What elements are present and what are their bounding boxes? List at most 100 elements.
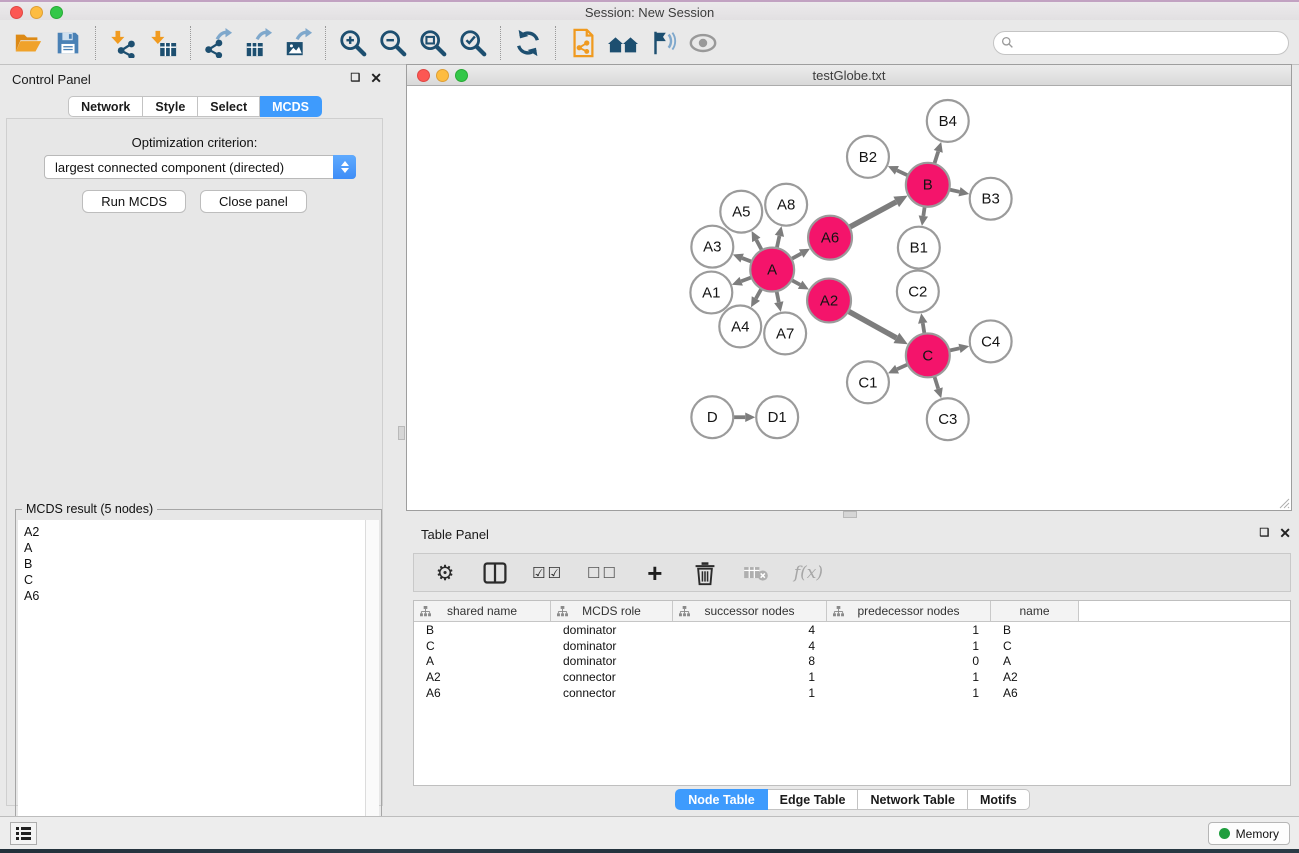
graph-arrowhead xyxy=(918,313,927,324)
column-header-MCDS-role[interactable]: MCDS role xyxy=(551,601,673,621)
toolbar-divider xyxy=(555,26,556,60)
table-row[interactable]: Adominator80A xyxy=(414,654,1290,670)
graph-node-label: A1 xyxy=(702,285,720,302)
function-builder-icon[interactable]: f(x) xyxy=(794,558,823,588)
export-image-icon[interactable] xyxy=(278,25,318,61)
cell-predecessor-nodes[interactable]: 1 xyxy=(827,623,991,637)
cell-MCDS-role[interactable]: dominator xyxy=(551,654,673,668)
column-header-successor-nodes[interactable]: successor nodes xyxy=(673,601,827,621)
split-columns-icon[interactable] xyxy=(482,558,508,588)
select-all-checks-icon[interactable]: ☑☑ xyxy=(532,558,563,588)
delete-entry-icon[interactable] xyxy=(692,558,718,588)
graph-edge-A6-B[interactable] xyxy=(848,202,897,228)
open-file-icon[interactable] xyxy=(8,25,48,61)
float-panel-icon[interactable]: ❑ xyxy=(350,70,360,86)
cell-successor-nodes[interactable]: 1 xyxy=(673,686,827,700)
mcds-result-list[interactable]: A2ABCA6 xyxy=(18,520,365,851)
cell-predecessor-nodes[interactable]: 0 xyxy=(827,654,991,668)
tab-mcds[interactable]: MCDS xyxy=(260,96,322,117)
graph-arrowhead xyxy=(775,226,784,237)
search-input[interactable] xyxy=(993,31,1289,55)
zoom-selected-icon[interactable] xyxy=(453,25,493,61)
home-icon[interactable] xyxy=(603,25,643,61)
import-table-icon[interactable] xyxy=(143,25,183,61)
main-toolbar xyxy=(0,22,1299,65)
table-row[interactable]: A2connector11A2 xyxy=(414,669,1290,685)
cell-MCDS-role[interactable]: connector xyxy=(551,670,673,684)
cell-successor-nodes[interactable]: 4 xyxy=(673,639,827,653)
cell-predecessor-nodes[interactable]: 1 xyxy=(827,686,991,700)
cell-name[interactable]: A xyxy=(991,654,1079,668)
refresh-icon[interactable] xyxy=(508,25,548,61)
task-history-button[interactable] xyxy=(10,822,37,845)
close-panel-icon[interactable]: ✕ xyxy=(370,70,382,86)
resize-grip-icon[interactable] xyxy=(1277,496,1290,509)
dropdown-stepper-icon xyxy=(333,155,356,179)
cell-MCDS-role[interactable]: dominator xyxy=(551,639,673,653)
result-item[interactable]: C xyxy=(24,572,359,588)
tab-node-table[interactable]: Node Table xyxy=(675,789,767,810)
result-scrollbar[interactable] xyxy=(365,520,379,851)
vertical-splitter-grip[interactable] xyxy=(398,426,405,440)
graph-edge-A2-C[interactable] xyxy=(846,310,896,338)
cell-MCDS-role[interactable]: dominator xyxy=(551,623,673,637)
result-item[interactable]: A2 xyxy=(24,524,359,540)
result-item[interactable]: A6 xyxy=(24,588,359,604)
export-network-icon[interactable] xyxy=(198,25,238,61)
cell-predecessor-nodes[interactable]: 1 xyxy=(827,670,991,684)
tab-select[interactable]: Select xyxy=(198,96,260,117)
column-header-name[interactable]: name xyxy=(991,601,1079,621)
network-graph[interactable]: B4B2BB3A5A8A6A3B1AC2A1A2A4A7C4CC1C3DD1 xyxy=(407,87,1291,510)
network-file-icon[interactable] xyxy=(563,25,603,61)
tab-network[interactable]: Network xyxy=(68,96,143,117)
optimization-criterion-dropdown[interactable]: largest connected component (directed) xyxy=(44,155,356,179)
cell-name[interactable]: B xyxy=(991,623,1079,637)
deselect-all-checks-icon[interactable]: ☐☐ xyxy=(587,558,618,588)
table-row[interactable]: Cdominator41C xyxy=(414,638,1290,654)
result-item[interactable]: B xyxy=(24,556,359,572)
zoom-fit-icon[interactable] xyxy=(413,25,453,61)
table-row[interactable]: Bdominator41B xyxy=(414,622,1290,638)
show-eye-icon[interactable] xyxy=(683,25,723,61)
tab-style[interactable]: Style xyxy=(143,96,198,117)
network-canvas[interactable]: B4B2BB3A5A8A6A3B1AC2A1A2A4A7C4CC1C3DD1 xyxy=(407,87,1291,510)
tab-motifs[interactable]: Motifs xyxy=(968,789,1030,810)
delete-table-icon[interactable] xyxy=(742,558,770,588)
tab-network-table[interactable]: Network Table xyxy=(858,789,968,810)
search-box xyxy=(993,31,1289,55)
cell-shared-name[interactable]: A6 xyxy=(414,686,551,700)
add-entry-icon[interactable]: + xyxy=(642,558,668,588)
import-network-icon[interactable] xyxy=(103,25,143,61)
cell-MCDS-role[interactable]: connector xyxy=(551,686,673,700)
cell-successor-nodes[interactable]: 8 xyxy=(673,654,827,668)
memory-button[interactable]: Memory xyxy=(1208,822,1290,845)
zoom-in-icon[interactable] xyxy=(333,25,373,61)
dropdown-value: largest connected component (directed) xyxy=(55,160,284,175)
cell-name[interactable]: C xyxy=(991,639,1079,653)
column-header-shared-name[interactable]: shared name xyxy=(414,601,551,621)
settings-gear-icon[interactable]: ⚙ xyxy=(432,558,458,588)
cell-shared-name[interactable]: C xyxy=(414,639,551,653)
cell-shared-name[interactable]: A xyxy=(414,654,551,668)
table-row[interactable]: A6connector11A6 xyxy=(414,685,1290,701)
cell-shared-name[interactable]: B xyxy=(414,623,551,637)
hide-flag-icon[interactable] xyxy=(643,25,683,61)
float-table-panel-icon[interactable]: ❑ xyxy=(1259,525,1269,541)
cell-predecessor-nodes[interactable]: 1 xyxy=(827,639,991,653)
export-table-icon[interactable] xyxy=(238,25,278,61)
cell-successor-nodes[interactable]: 4 xyxy=(673,623,827,637)
close-panel-button[interactable]: Close panel xyxy=(200,190,307,213)
cell-name[interactable]: A2 xyxy=(991,670,1079,684)
network-window-titlebar[interactable]: testGlobe.txt xyxy=(407,65,1291,86)
cell-name[interactable]: A6 xyxy=(991,686,1079,700)
tab-edge-table[interactable]: Edge Table xyxy=(768,789,859,810)
zoom-out-icon[interactable] xyxy=(373,25,413,61)
close-table-panel-icon[interactable]: ✕ xyxy=(1279,525,1291,541)
save-session-icon[interactable] xyxy=(48,25,88,61)
horizontal-splitter-grip[interactable] xyxy=(843,511,857,518)
result-item[interactable]: A xyxy=(24,540,359,556)
cell-shared-name[interactable]: A2 xyxy=(414,670,551,684)
run-mcds-button[interactable]: Run MCDS xyxy=(82,190,186,213)
cell-successor-nodes[interactable]: 1 xyxy=(673,670,827,684)
column-header-predecessor-nodes[interactable]: predecessor nodes xyxy=(827,601,991,621)
